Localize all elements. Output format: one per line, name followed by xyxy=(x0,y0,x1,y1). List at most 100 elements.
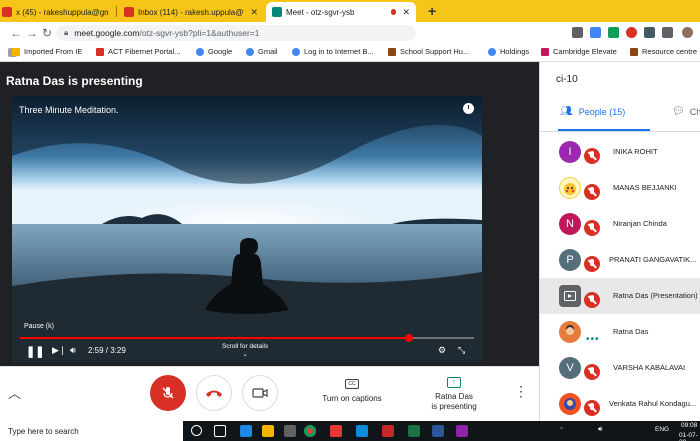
zoom-icon[interactable] xyxy=(356,425,368,437)
chevron-up-icon[interactable]: ︿ xyxy=(8,383,21,402)
participant-row[interactable]: Venkata Rahul Kondagu... xyxy=(540,386,700,422)
bookmark-resource-centre[interactable]: Resource centre xyxy=(630,47,697,56)
bookmark-imported-from-ie[interactable]: Imported From IE xyxy=(12,47,82,56)
video-title: Three Minute Meditation. xyxy=(19,105,119,115)
mic-off-button[interactable] xyxy=(150,375,186,411)
present-button[interactable]: ↑ Ratna Das is presenting xyxy=(414,377,494,412)
clock-time[interactable]: 09:08 xyxy=(681,422,697,429)
bookmark-school-support[interactable]: School Support Hu... xyxy=(388,47,469,56)
closed-captions-icon: CC xyxy=(345,379,359,389)
hang-up-button[interactable] xyxy=(196,375,232,411)
browser-tab-inbox[interactable]: Inbox (114) - rakesh.uppula@the ✕ xyxy=(118,2,264,22)
cambridge-icon xyxy=(541,47,549,56)
participant-row-presentation[interactable]: Ratna Das (Presentation) xyxy=(540,278,700,314)
close-tab-icon[interactable]: ✕ xyxy=(402,7,410,18)
browser-tab-meet[interactable]: Meet - otz-sgvr-ysb ✕ xyxy=(266,2,416,22)
bookmark-act-fibernet[interactable]: ACT Fibernet Portal... xyxy=(96,47,180,56)
address-bar[interactable]: 🔒︎ meet.google.com /otz-sgvr-ysb?pli=1&a… xyxy=(56,25,416,41)
new-tab-button[interactable]: + xyxy=(428,3,436,19)
meet-bottom-bar: ︿ CC Turn on captions ↑ Ratna Das is pre… xyxy=(0,366,539,421)
close-tab-icon[interactable]: ✕ xyxy=(250,7,258,18)
taskbar-search-box[interactable]: Type here to search xyxy=(0,421,183,441)
mic-muted-icon xyxy=(584,148,600,164)
participant-row[interactable]: N Niranjan Chinda xyxy=(540,206,700,242)
scroll-for-details[interactable]: Scroll for details ⌄ xyxy=(222,343,268,358)
bookmarks-bar: Imported From IE ACT Fibernet Portal... … xyxy=(0,44,700,62)
browser-tab-strip: x (45) - rakeshuppula@gma Inbox (114) - … xyxy=(0,0,700,22)
volume-icon[interactable]: 🔊︎ xyxy=(70,345,76,356)
participant-name: Ratna Das (Presentation) xyxy=(613,291,698,300)
tab-chat[interactable]: 💬︎ Ch xyxy=(672,106,700,117)
file-explorer-icon[interactable] xyxy=(262,425,274,437)
mic-muted-icon xyxy=(584,256,600,272)
url-host: meet.google.com xyxy=(74,28,140,38)
next-icon[interactable]: ▶❘ xyxy=(52,345,66,356)
extension-icon[interactable] xyxy=(590,27,601,38)
excel-icon[interactable] xyxy=(408,425,420,437)
captions-button[interactable]: CC Turn on captions xyxy=(312,377,392,404)
back-icon[interactable]: ← xyxy=(10,26,22,40)
edge-icon[interactable] xyxy=(240,425,252,437)
people-icon: 👥︎ xyxy=(560,106,573,117)
presentation-icon xyxy=(559,285,581,307)
acrobat-icon[interactable] xyxy=(382,425,394,437)
participant-row[interactable]: I INIKA ROHIT xyxy=(540,134,700,170)
exit-fullscreen-icon[interactable]: ⤡ xyxy=(458,345,465,356)
chrome-icon[interactable] xyxy=(304,425,316,437)
meet-icon xyxy=(272,7,282,17)
watch-later-icon[interactable] xyxy=(463,103,474,114)
reload-icon[interactable]: ↻ xyxy=(42,26,52,40)
participant-row[interactable]: P PRANATI GANGAVATIK... xyxy=(540,242,700,278)
google-icon xyxy=(246,47,254,56)
participant-row[interactable]: ••• Ratna Das xyxy=(540,314,700,350)
extension-icon[interactable] xyxy=(572,27,583,38)
bookmark-label: Gmail xyxy=(258,47,278,56)
tab-title: Meet - otz-sgvr-ysb xyxy=(286,7,355,17)
bookmark-gmail[interactable]: Gmail xyxy=(246,47,278,56)
participant-row[interactable]: V VARSHA KABALAVAI xyxy=(540,350,700,386)
bookmark-cambridge-elevate[interactable]: Cambridge Elevate xyxy=(541,47,617,56)
meeting-code: ci-10 xyxy=(556,74,578,85)
windows-taskbar: Type here to search ^ 🔊︎ ENG 09:08 01-07… xyxy=(0,421,700,441)
app-icon[interactable] xyxy=(456,425,468,437)
crest-icon xyxy=(630,47,638,56)
video-progress-bar[interactable] xyxy=(20,334,474,342)
extension-icon[interactable] xyxy=(644,27,655,38)
settings-gear-icon[interactable]: ⚙ xyxy=(438,345,446,356)
cartoon-avatar-icon xyxy=(564,398,576,410)
bookmark-label: Imported From IE xyxy=(24,47,83,56)
speaking-indicator-icon: ••• xyxy=(586,334,600,345)
bookmark-holdings[interactable]: Holdings xyxy=(488,47,529,56)
bookmark-internet-banking[interactable]: Log in to Internet B... xyxy=(292,47,374,56)
word-icon[interactable] xyxy=(432,425,444,437)
browser-tab-gmail-1[interactable]: x (45) - rakeshuppula@gma xyxy=(0,2,114,22)
phone-hangup-icon xyxy=(206,390,222,397)
input-language[interactable]: ENG xyxy=(655,426,669,433)
presentation-video[interactable]: Three Minute Meditation. Pause (k) ❚❚ ▶❘… xyxy=(12,96,482,362)
task-view-icon[interactable] xyxy=(214,425,226,437)
forward-icon[interactable]: → xyxy=(26,26,38,40)
profile-avatar[interactable] xyxy=(682,27,693,38)
video-time: 2:59 / 3:29 xyxy=(88,346,126,355)
video-scrubber-handle[interactable] xyxy=(405,334,414,342)
pause-tooltip: Pause (k) xyxy=(24,323,54,330)
avatar xyxy=(559,177,581,199)
calculator-icon[interactable] xyxy=(284,425,296,437)
tab-people[interactable]: 👥︎ People (15) xyxy=(560,106,625,117)
tray-overflow-icon[interactable]: ^ xyxy=(560,426,563,433)
more-options-icon[interactable]: ⋮ xyxy=(514,383,528,400)
extension-icon[interactable] xyxy=(626,27,637,38)
tab-title: x (45) - rakeshuppula@gma xyxy=(16,7,108,17)
volume-tray-icon[interactable]: 🔊︎ xyxy=(598,426,602,434)
pause-icon[interactable]: ❚❚ xyxy=(26,345,44,358)
puzzle-icon[interactable] xyxy=(662,27,673,38)
screen-recorder-icon[interactable] xyxy=(330,425,342,437)
bookmark-google[interactable]: Google xyxy=(196,47,232,56)
avatar: V xyxy=(559,357,581,379)
cortana-icon[interactable] xyxy=(191,425,202,436)
meet-stage: Ratna Das is presenting Three Minute Med… xyxy=(0,62,539,366)
participant-row[interactable]: MANAS BEJJANKI xyxy=(540,170,700,206)
chevron-down-icon: ⌄ xyxy=(242,351,248,358)
camera-button[interactable] xyxy=(242,375,278,411)
extension-icon[interactable] xyxy=(608,27,619,38)
